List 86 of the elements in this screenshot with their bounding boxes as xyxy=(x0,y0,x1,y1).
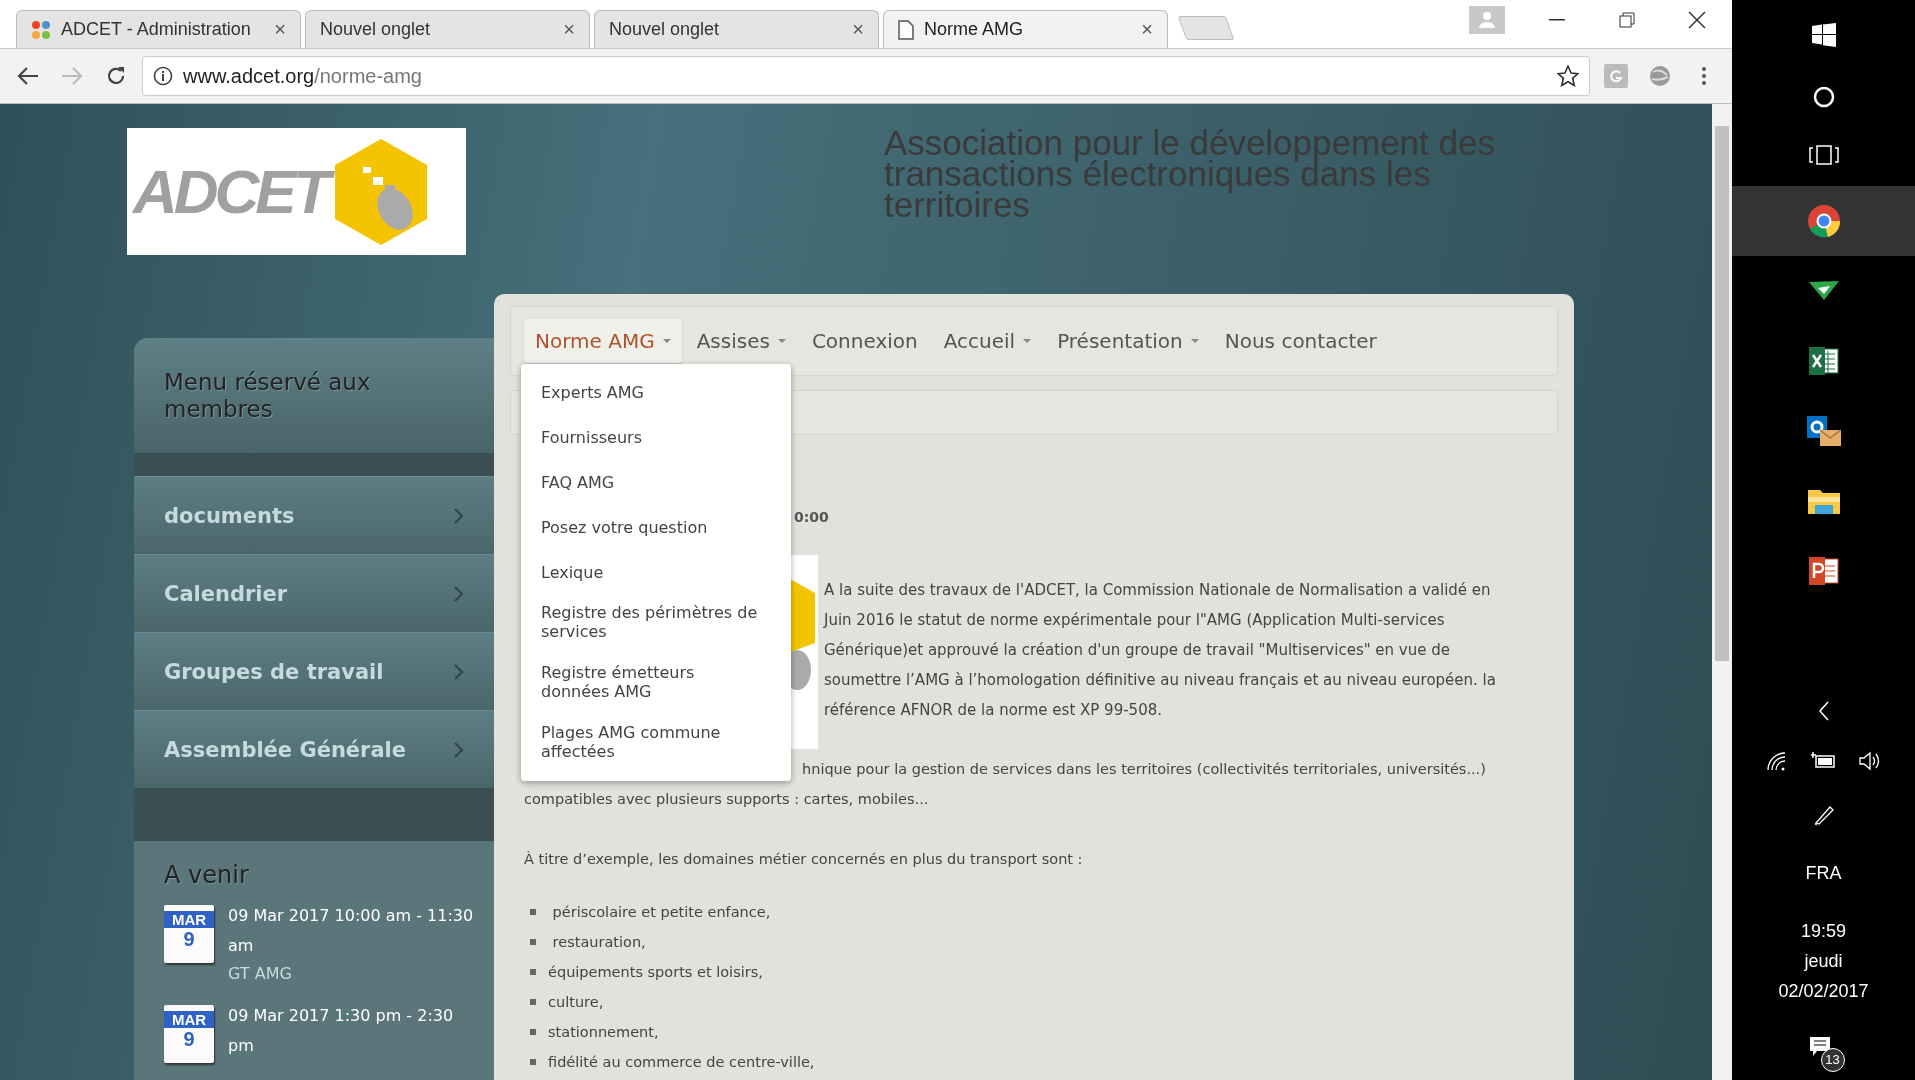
nav-item[interactable]: Assises xyxy=(685,319,797,363)
reload-icon[interactable] xyxy=(106,66,126,86)
bullet-icon xyxy=(530,1059,536,1065)
clock-date[interactable]: 02/02/2017 xyxy=(1778,981,1869,1002)
dropdown-item[interactable]: Experts AMG xyxy=(521,370,783,415)
list-item: stationnement, xyxy=(548,1023,659,1042)
sidebar-item[interactable]: Assemblée Générale xyxy=(134,710,494,788)
chevron-right-icon xyxy=(454,663,464,680)
calendar-month: MAR xyxy=(164,911,214,928)
nav-item[interactable]: Nous contacter xyxy=(1213,319,1388,363)
search-circle-icon[interactable] xyxy=(1812,86,1835,108)
close-icon[interactable]: × xyxy=(1141,18,1153,41)
close-icon[interactable]: × xyxy=(274,18,286,41)
battery-icon[interactable] xyxy=(1809,751,1836,769)
page-icon xyxy=(898,19,914,40)
spreadsheet-icon xyxy=(1807,346,1840,376)
sidebar-item[interactable]: Calendrier xyxy=(134,554,494,632)
close-icon[interactable] xyxy=(1688,11,1706,29)
dropdown-item[interactable]: Registre des périmètres de services xyxy=(521,595,783,655)
dropdown-item[interactable]: Posez votre question xyxy=(521,505,783,550)
calendar-month: MAR xyxy=(164,1011,214,1028)
bullet-icon xyxy=(530,939,536,945)
dropdown-item[interactable]: Registre émetteurs données AMG xyxy=(521,655,783,715)
close-icon[interactable]: × xyxy=(563,18,575,41)
back-arrow-icon[interactable] xyxy=(17,67,39,85)
list-item: restauration, xyxy=(551,933,646,952)
dropdown-item[interactable]: Fournisseurs xyxy=(521,415,783,460)
upcoming-heading: A venir xyxy=(164,861,250,889)
nav-item[interactable]: Accueil xyxy=(932,319,1043,363)
restore-icon[interactable] xyxy=(1619,12,1635,28)
sidebar-item[interactable]: documents xyxy=(134,476,494,554)
mail-app-icon xyxy=(1805,414,1842,448)
sidebar-item[interactable]: Groupes de travail xyxy=(134,632,494,710)
dropdown-item[interactable]: Lexique xyxy=(521,550,783,595)
clock-day[interactable]: jeudi xyxy=(1804,951,1843,972)
list-item: périscolaire et petite enfance, xyxy=(551,903,771,922)
bullet-icon xyxy=(530,969,536,975)
browser-tab[interactable]: Nouvel onglet × xyxy=(594,10,879,48)
chrome-icon xyxy=(1806,204,1841,238)
close-icon[interactable]: × xyxy=(852,18,864,41)
info-icon[interactable] xyxy=(153,66,173,86)
browser-tab[interactable]: Norme AMG × xyxy=(883,10,1168,48)
hexagon-mouse-icon xyxy=(332,136,429,247)
chevron-left-icon[interactable] xyxy=(1817,701,1830,721)
calendar-day: 9 xyxy=(183,1028,195,1051)
folder-icon xyxy=(1806,487,1841,515)
star-icon[interactable] xyxy=(1557,65,1579,87)
article-paragraph: À titre d’exemple, les domaines métier concernés en plus du transport sont : xyxy=(524,850,1084,869)
bullet-icon xyxy=(530,999,536,1005)
presentation-icon xyxy=(1807,556,1840,586)
nav-item[interactable]: Présentation xyxy=(1046,319,1210,363)
chevron-right-icon xyxy=(454,741,464,758)
event-date[interactable]: 09 Mar 2017 1:30 pm - 2:30 pm xyxy=(228,1001,478,1061)
windows-logo-icon[interactable] xyxy=(1811,23,1836,47)
minimize-icon[interactable] xyxy=(1549,19,1565,21)
list-item: équipements sports et loisirs, xyxy=(548,963,763,982)
browser-tab[interactable]: ADCET - Administration × xyxy=(16,10,301,48)
list-item: fidélité au commerce de centre-ville, xyxy=(548,1053,815,1072)
calendar-day: 9 xyxy=(183,928,195,951)
joomla-icon xyxy=(31,19,51,40)
chevron-right-icon xyxy=(454,507,464,524)
address-field[interactable]: www.adcet.org/norme-amg xyxy=(142,56,1590,96)
speaker-icon[interactable] xyxy=(1857,751,1882,771)
bullet-icon xyxy=(530,1029,536,1035)
date-text: 0:00 xyxy=(794,509,830,525)
task-view-icon[interactable] xyxy=(1808,145,1839,165)
browser-tab[interactable]: Nouvel onglet × xyxy=(305,10,590,48)
bullet-icon xyxy=(530,909,536,915)
language-indicator[interactable]: FRA xyxy=(1805,863,1842,884)
wifi-icon[interactable] xyxy=(1765,751,1788,771)
notification-count: 13 xyxy=(1820,1048,1845,1072)
dropdown-item[interactable]: FAQ AMG xyxy=(521,460,783,505)
scrollbar-thumb[interactable] xyxy=(1715,126,1729,661)
chevron-right-icon xyxy=(454,585,464,602)
menu-icon[interactable] xyxy=(1701,66,1707,86)
nav-item[interactable]: Norme AMG xyxy=(524,319,682,363)
article-paragraph: A la suite des travaux de l'ADCET, la Commission Nationale de Normalisation a validé en Juin 2016 le statut de norme expérimentale pour l"AMG (Application Multi-services Générique)et approuvé la création d'un groupe de travail "Multiservices" en vue de soumettre l’AMG à l’homologation définitive au niveau français et au niveau européen. la référence AFNOR de la norme est XP 99-508. xyxy=(824,580,1497,721)
nav-item[interactable]: Connexion xyxy=(800,319,929,363)
pen-icon[interactable] xyxy=(1812,804,1835,826)
paper-plane-icon xyxy=(1807,280,1840,302)
scrollbar[interactable] xyxy=(1712,104,1732,1080)
clock-time[interactable]: 19:59 xyxy=(1800,921,1846,942)
event-date[interactable]: 09 Mar 2017 10:00 am - 11:30 am xyxy=(228,901,478,961)
globe-extension-icon[interactable] xyxy=(1647,64,1673,88)
list-item: culture, xyxy=(548,993,604,1012)
menu-heading: Menu réservé aux membres xyxy=(134,338,494,453)
